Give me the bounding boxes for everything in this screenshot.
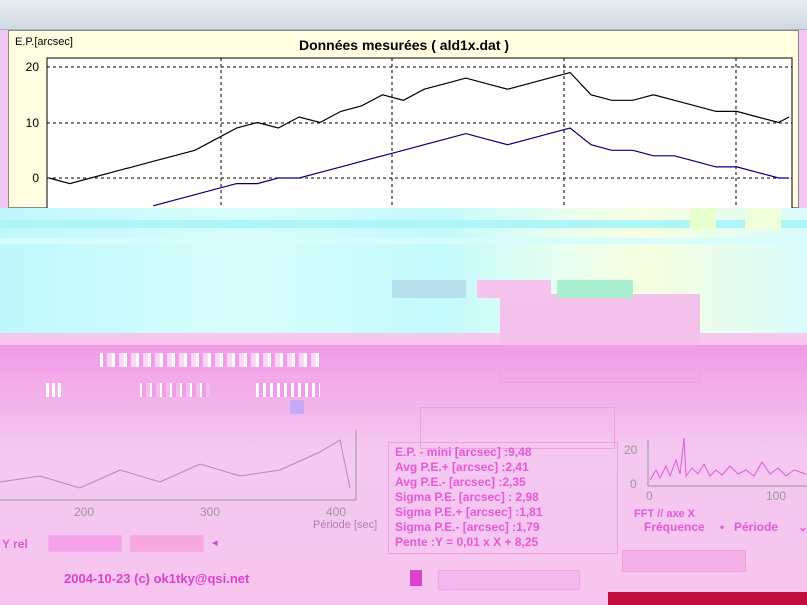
window-titlebar xyxy=(0,0,807,30)
chart-ylabel: E.P.[arcsec] xyxy=(15,36,73,48)
ghost-button-green xyxy=(557,280,633,298)
ghost-dropdown[interactable] xyxy=(48,535,122,552)
stat-avg-pos: Avg P.E.+ [arcsec] :2,41 xyxy=(395,460,529,474)
radio-dot-icon: • xyxy=(720,520,725,534)
fft-trace xyxy=(649,437,807,481)
pixel-artifact xyxy=(500,345,700,383)
glitch-stripe xyxy=(745,208,781,230)
status-bar xyxy=(608,592,807,605)
frequency-period-selector: Fréquence • Période ⌄ xyxy=(628,520,807,538)
ghost-dropdown[interactable] xyxy=(130,535,204,552)
chart-title: Données mesurées ( ald1x.dat ) xyxy=(299,37,509,53)
quit-button[interactable] xyxy=(438,570,580,590)
glitch-stripe xyxy=(0,238,807,244)
stat-sigma: Sigma P.E. [arcsec] : 2,98 xyxy=(395,490,539,504)
fft-axis-label: FFT // axe X xyxy=(634,508,696,520)
fft-ytick-20: 20 xyxy=(624,443,638,457)
stat-sigma-pos: Sigma P.E.+ [arcsec] :1,81 xyxy=(395,505,543,519)
period-chart: 200 300 400 xyxy=(0,430,357,519)
arrow-left-icon: ◂ xyxy=(212,537,218,549)
xtick-400: 400 xyxy=(326,505,346,519)
stat-sigma-neg: Sigma P.E.- [arcsec] :1,79 xyxy=(395,520,540,534)
ghost-button-blue xyxy=(392,280,466,298)
period-radio[interactable]: Période xyxy=(734,520,778,534)
pixel-artifact xyxy=(410,570,422,586)
stat-pente: Pente :Y = 0,01 x X + 8,25 xyxy=(395,535,539,549)
chevron-down-icon: ⌄ xyxy=(798,520,807,534)
period-axis-label: Période [sec] xyxy=(313,519,378,531)
period-series-group xyxy=(0,439,351,489)
ytick-0: 0 xyxy=(32,171,39,185)
glitch-stripe xyxy=(690,208,716,230)
stat-ep-min: E.P. - mini [arcsec] :9,48 xyxy=(395,445,532,459)
pixel-artifact xyxy=(256,383,320,397)
xtick-200: 200 xyxy=(74,505,94,519)
fft-ytick-0: 0 xyxy=(630,477,637,491)
y-rel-label: Y rel xyxy=(2,537,28,551)
fft-xtick-0: 0 xyxy=(646,489,653,503)
xtick-300: 300 xyxy=(200,505,220,519)
plot-area xyxy=(46,57,793,209)
measured-data-chart: E.P.[arcsec] Données mesurées ( ald1x.da… xyxy=(8,30,799,209)
glitch-stripe xyxy=(0,220,807,228)
fft-chart: 20 0 0 100 xyxy=(624,437,807,503)
statistics-panel: E.P. - mini [arcsec] :9,48 Avg P.E.+ [ar… xyxy=(388,442,618,554)
fft-xtick-100: 100 xyxy=(766,489,786,503)
ghost-button-pink xyxy=(477,280,551,298)
pixel-artifact xyxy=(46,383,64,397)
stat-avg-neg: Avg P.E.- [arcsec] :2,35 xyxy=(395,475,526,489)
ytick-10: 10 xyxy=(26,116,40,130)
measured-data-plot: E.P.[arcsec] Données mesurées ( ald1x.da… xyxy=(15,36,793,209)
period-series-line xyxy=(0,439,351,489)
glitched-toolbar-region xyxy=(0,208,807,384)
frequency-radio[interactable]: Fréquence xyxy=(644,520,705,534)
ytick-20: 20 xyxy=(26,60,40,74)
pixel-artifact xyxy=(100,353,320,367)
copyright-text: 2004-10-23 (c) ok1tky@qsi.net xyxy=(64,571,250,586)
ghost-dropdown[interactable] xyxy=(622,550,746,572)
pixel-artifact xyxy=(140,383,210,397)
